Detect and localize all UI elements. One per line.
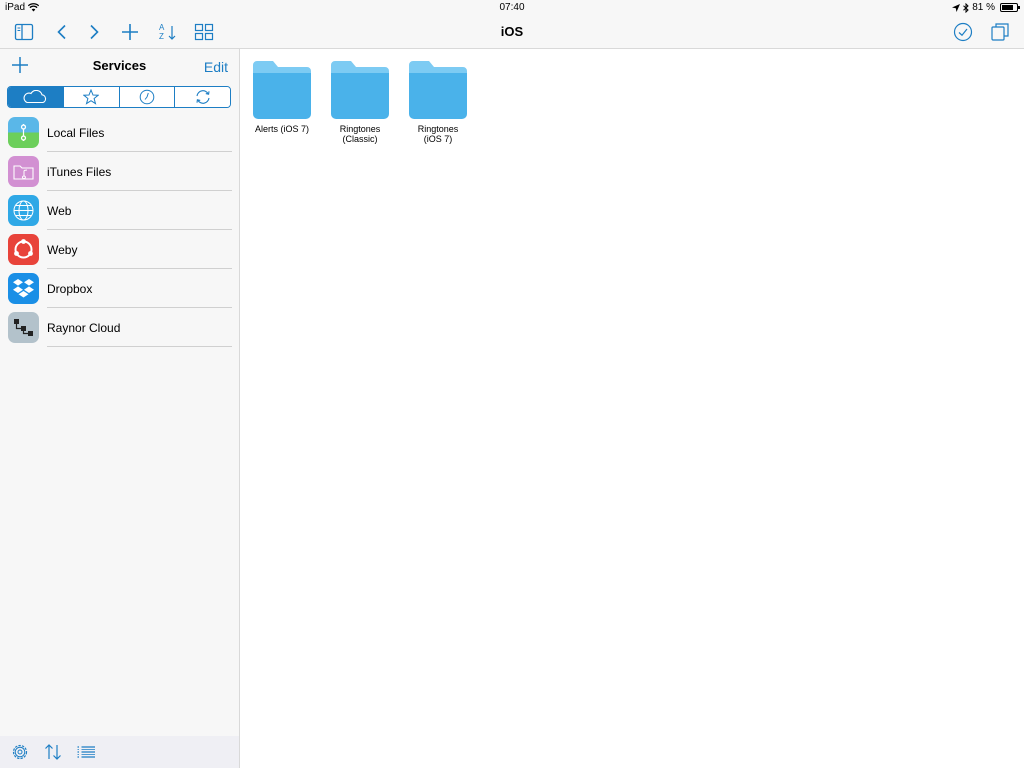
folder-icon [409, 61, 467, 119]
gear-icon [12, 744, 28, 760]
list-button[interactable] [76, 742, 96, 762]
chevron-right-icon [90, 24, 99, 40]
sort-label-a: A [159, 23, 165, 32]
sort-label-z: Z [159, 32, 164, 41]
service-item-dropbox[interactable]: Dropbox [0, 269, 239, 308]
battery-percent: 81 % [972, 2, 995, 13]
sidebar-header: Services Edit [0, 49, 239, 83]
sort-az-icon: A Z [159, 23, 176, 41]
grid-icon [194, 23, 214, 41]
folder-item[interactable]: Ringtones (iOS 7) [399, 61, 477, 144]
sidebar-footer [0, 736, 239, 768]
segment-cloud[interactable] [8, 87, 63, 107]
folder-icon [331, 61, 389, 119]
service-item-web[interactable]: Web [0, 191, 239, 230]
dropbox-icon [8, 273, 39, 304]
status-bar: iPad 07:40 81 % [0, 0, 1024, 16]
service-item-weby[interactable]: Weby [0, 230, 239, 269]
transfer-arrows-icon [45, 744, 61, 760]
local-files-icon [8, 117, 39, 148]
file-browser: Alerts (iOS 7) Ringtones (Classic) Ringt… [240, 49, 1024, 768]
cloud-icon [23, 90, 47, 104]
itunes-files-icon [8, 156, 39, 187]
segment-sync[interactable] [174, 87, 230, 107]
service-label: Weby [47, 243, 78, 257]
sort-button[interactable]: A Z [155, 20, 179, 44]
copy-windows-icon [991, 23, 1009, 41]
toolbar: A Z iOS [0, 16, 1024, 49]
service-item-itunes-files[interactable]: iTunes Files [0, 152, 239, 191]
folder-item[interactable]: Alerts (iOS 7) [243, 61, 321, 134]
folder-item[interactable]: Ringtones (Classic) [321, 61, 399, 144]
status-right: 81 % [952, 2, 1020, 13]
divider [47, 346, 232, 347]
folder-icon [253, 61, 311, 119]
add-button[interactable] [118, 20, 142, 44]
battery-icon [1000, 3, 1020, 12]
service-label: Raynor Cloud [47, 321, 121, 335]
list-icon [77, 746, 95, 758]
service-label: iTunes Files [47, 165, 112, 179]
folder-label: Ringtones (Classic) [339, 124, 381, 144]
service-label: Dropbox [47, 282, 93, 296]
back-button[interactable] [50, 20, 74, 44]
chevron-left-icon [57, 24, 66, 40]
folder-label: Alerts (iOS 7) [254, 124, 309, 134]
location-arrow-icon [952, 3, 961, 12]
service-item-raynor-cloud[interactable]: Raynor Cloud [0, 308, 239, 347]
clock-icon [139, 89, 155, 105]
segment-favorites[interactable] [62, 87, 119, 107]
windows-button[interactable] [988, 20, 1012, 44]
grid-view-button[interactable] [192, 20, 216, 44]
web-globe-icon [8, 195, 39, 226]
checkmark-circle-icon [953, 22, 973, 42]
select-button[interactable] [951, 20, 975, 44]
sidebar-toggle-button[interactable] [12, 20, 36, 44]
service-item-local-files[interactable]: Local Files [0, 113, 239, 152]
sync-icon [196, 90, 210, 104]
sidebar-toggle-icon [14, 23, 34, 41]
service-label: Web [47, 204, 72, 218]
bluetooth-icon [963, 2, 969, 13]
battery-fill [1002, 5, 1013, 10]
segment-recent[interactable] [118, 87, 175, 107]
star-icon [83, 89, 100, 105]
weby-icon [8, 234, 39, 265]
edit-button[interactable]: Edit [204, 59, 228, 75]
transfers-button[interactable] [43, 742, 63, 762]
raynor-cloud-icon [8, 312, 39, 343]
forward-button[interactable] [82, 20, 106, 44]
folder-label: Ringtones (iOS 7) [417, 124, 459, 144]
toolbar-title: iOS [500, 24, 524, 39]
settings-button[interactable] [10, 742, 30, 762]
services-list: Local Files iTunes Files Web Weby Dropbo… [0, 113, 239, 347]
service-filter-segmented [7, 86, 231, 108]
sidebar: Services Edit Local Files iTunes Files W… [0, 49, 240, 768]
plus-icon [122, 24, 138, 40]
status-time: 07:40 [499, 2, 525, 13]
service-label: Local Files [47, 126, 105, 140]
